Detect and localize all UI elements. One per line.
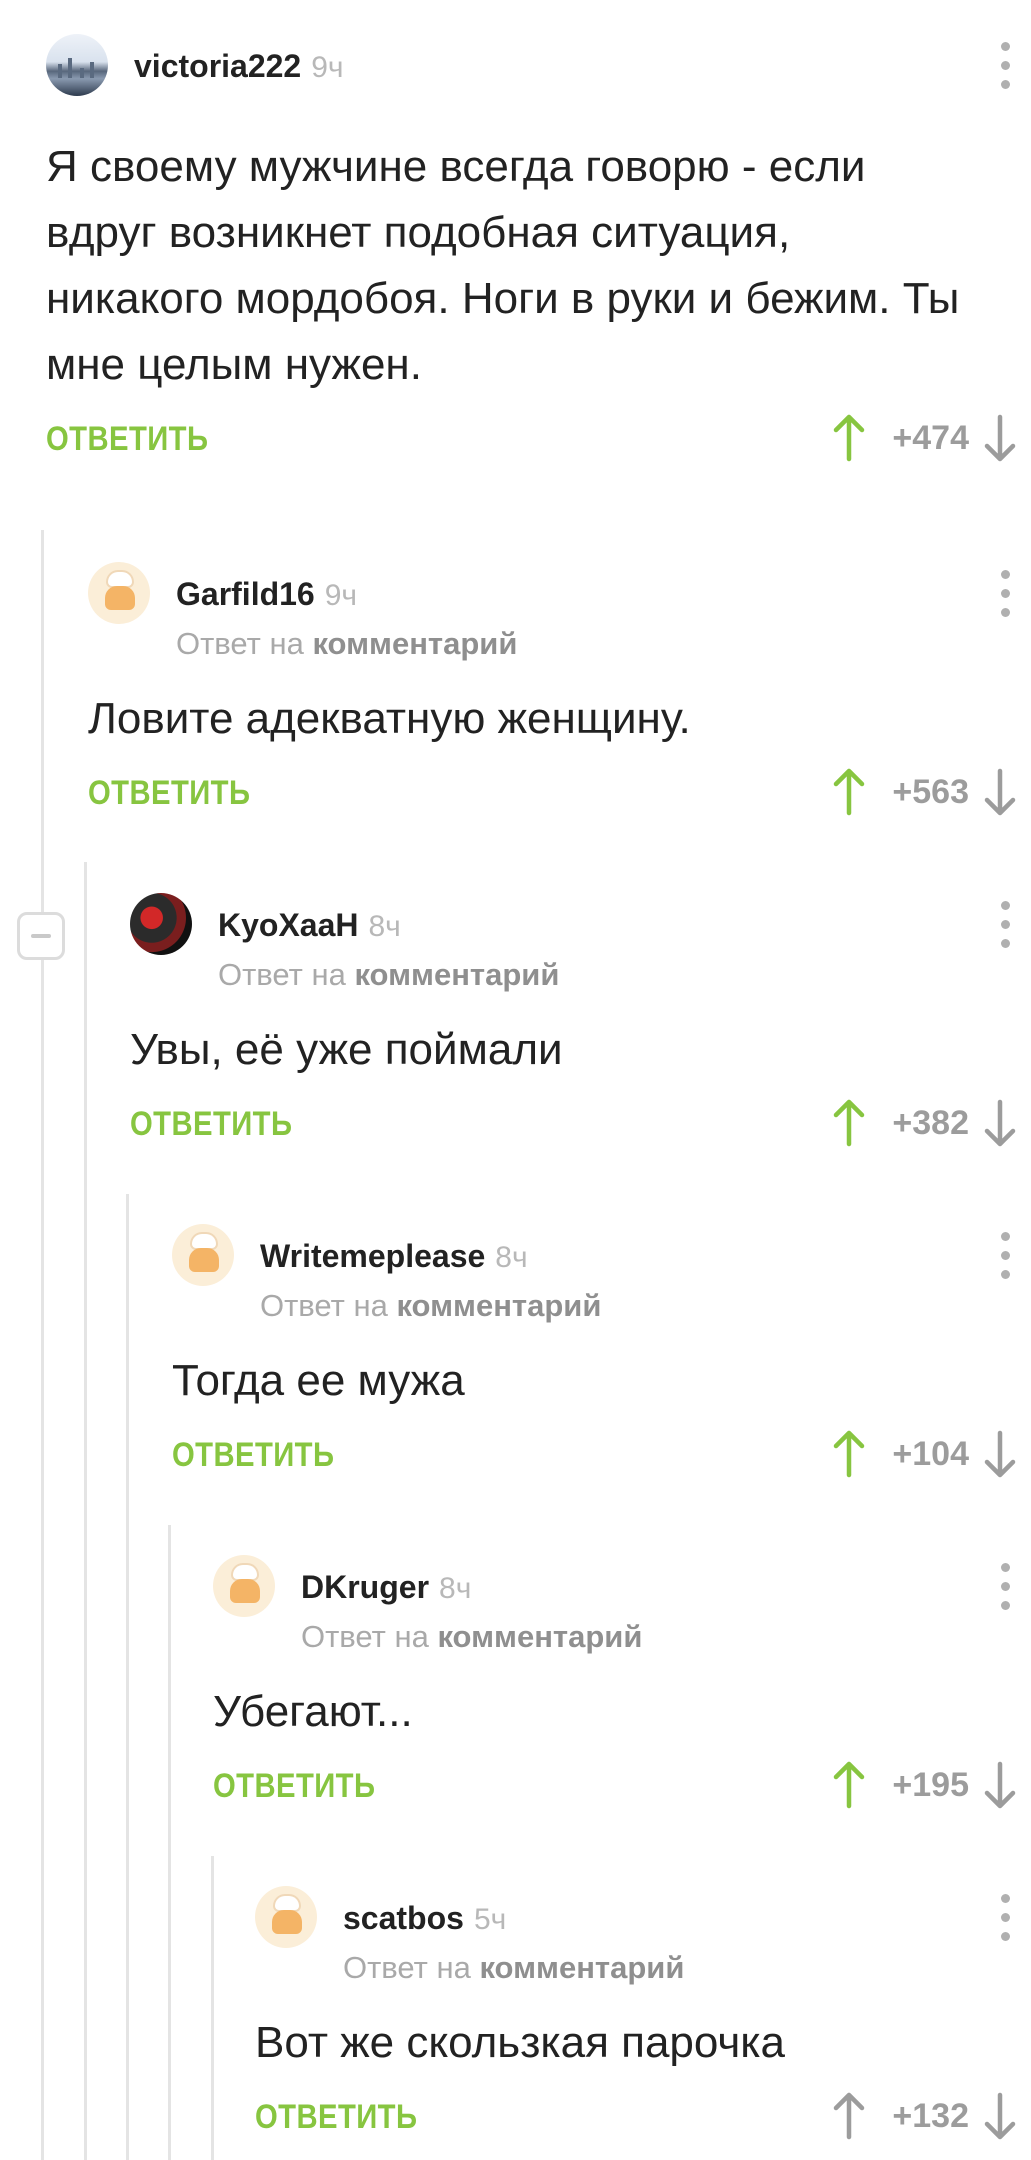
rating: +563: [892, 772, 969, 811]
arrow-down-icon[interactable]: [983, 1429, 1017, 1479]
arrow-up-icon[interactable]: [832, 1098, 866, 1148]
comment-text: Тогда ее мужа: [172, 1356, 465, 1405]
comment-header: DKruger 8ч Ответ на комментарий: [213, 1555, 1031, 1654]
more-vertical-icon[interactable]: [1001, 901, 1011, 948]
avatar[interactable]: [130, 893, 192, 955]
reply-button[interactable]: ОТВЕТИТЬ: [88, 774, 250, 813]
comment-header: victoria222 9ч: [46, 34, 1031, 114]
vote-controls: +104: [832, 1424, 1017, 1484]
comment: scatbos 5ч Ответ на комментарий Вот же ск…: [255, 1886, 1031, 2156]
arrow-down-icon[interactable]: [983, 2091, 1017, 2141]
thread-line-2: [84, 862, 87, 2160]
avatar[interactable]: [46, 34, 108, 96]
reply-to-link[interactable]: комментарий: [396, 1288, 601, 1323]
arrow-up-icon[interactable]: [832, 413, 866, 463]
comment-text: Ловите адекватную женщину.: [88, 694, 691, 743]
comment-header: scatbos 5ч Ответ на комментарий: [255, 1886, 1031, 1985]
username[interactable]: KyoXaaH 8ч: [218, 907, 401, 944]
username[interactable]: victoria222 9ч: [134, 48, 344, 85]
timestamp: 8ч: [439, 1572, 472, 1605]
thread-line-4: [168, 1525, 171, 2160]
arrow-up-icon[interactable]: [832, 1760, 866, 1810]
comment-actions: ОТВЕТИТЬ +474: [46, 408, 1031, 478]
arrow-up-icon[interactable]: [832, 1429, 866, 1479]
comment-text: Вот же скользкая парочка: [255, 2018, 785, 2067]
comment-actions: ОТВЕТИТЬ +104: [172, 1424, 1031, 1494]
arrow-down-icon[interactable]: [983, 1760, 1017, 1810]
vote-controls: +474: [832, 408, 1017, 468]
reply-to-link[interactable]: комментарий: [437, 1619, 642, 1654]
username[interactable]: DKruger 8ч: [301, 1569, 471, 1606]
avatar[interactable]: [213, 1555, 275, 1617]
comment: Garfild16 9ч Ответ на комментарий Ловите …: [88, 562, 1031, 832]
timestamp: 8ч: [368, 910, 401, 943]
rating: +132: [892, 2096, 969, 2135]
avatar[interactable]: [172, 1224, 234, 1286]
more-vertical-icon[interactable]: [1001, 1894, 1011, 1941]
comment-actions: ОТВЕТИТЬ +563: [88, 762, 1031, 832]
timestamp: 9ч: [311, 51, 344, 84]
vote-controls: +132: [832, 2086, 1017, 2146]
vote-controls: +563: [832, 762, 1017, 822]
reply-to-link[interactable]: комментарий: [479, 1950, 684, 1985]
thread-line-1: [41, 530, 44, 2160]
arrow-up-icon[interactable]: [832, 767, 866, 817]
more-vertical-icon[interactable]: [1001, 570, 1011, 617]
comment-actions: ОТВЕТИТЬ +195: [213, 1755, 1031, 1825]
timestamp: 5ч: [473, 1903, 507, 1936]
arrow-down-icon[interactable]: [983, 413, 1017, 463]
thread-line-3: [126, 1194, 129, 2160]
avatar[interactable]: [88, 562, 150, 624]
username[interactable]: Garfild16 9ч: [176, 576, 357, 613]
comment-header: Garfild16 9ч Ответ на комментарий: [88, 562, 1031, 661]
reply-to: Ответ на комментарий: [176, 626, 518, 661]
reply-to: Ответ на комментарий: [260, 1288, 602, 1323]
more-vertical-icon[interactable]: [1001, 1232, 1011, 1279]
comment-actions: ОТВЕТИТЬ +132: [255, 2086, 1031, 2156]
comment-text: Увы, её уже поймали: [130, 1025, 563, 1074]
rating: +104: [892, 1434, 969, 1473]
comment-text: Я своему мужчине всегда говорю - если вд…: [46, 142, 960, 389]
reply-button[interactable]: ОТВЕТИТЬ: [130, 1105, 292, 1144]
arrow-up-icon[interactable]: [832, 2091, 866, 2141]
vote-controls: +382: [832, 1093, 1017, 1153]
timestamp: 9ч: [324, 579, 358, 612]
more-vertical-icon[interactable]: [1001, 42, 1011, 89]
comment-text: Убегают...: [213, 1687, 413, 1736]
arrow-down-icon[interactable]: [983, 767, 1017, 817]
reply-button[interactable]: ОТВЕТИТЬ: [213, 1767, 375, 1806]
collapse-thread-icon[interactable]: [17, 912, 65, 960]
rating: +474: [892, 418, 969, 457]
arrow-down-icon[interactable]: [983, 1098, 1017, 1148]
more-vertical-icon[interactable]: [1001, 1563, 1011, 1610]
reply-button[interactable]: ОТВЕТИТЬ: [172, 1436, 334, 1475]
reply-button[interactable]: ОТВЕТИТЬ: [255, 2098, 417, 2137]
reply-button[interactable]: ОТВЕТИТЬ: [46, 420, 208, 459]
reply-to: Ответ на комментарий: [343, 1950, 685, 1985]
comment: victoria222 9ч Я своему мужчине всегда го…: [46, 34, 1031, 478]
rating: +195: [892, 1765, 969, 1804]
timestamp: 8ч: [495, 1241, 528, 1274]
username[interactable]: scatbos 5ч: [343, 1900, 506, 1937]
reply-to: Ответ на комментарий: [218, 957, 560, 992]
reply-to-link[interactable]: комментарий: [354, 957, 559, 992]
comment-header: Writemeplease 8ч Ответ на комментарий: [172, 1224, 1031, 1323]
rating: +382: [892, 1103, 969, 1142]
thread-line-5: [211, 1856, 214, 2160]
username[interactable]: Writemeplease 8ч: [260, 1238, 528, 1275]
reply-to-link[interactable]: комментарий: [312, 626, 517, 661]
comment-actions: ОТВЕТИТЬ +382: [130, 1093, 1031, 1163]
comment: Writemeplease 8ч Ответ на комментарий Тог…: [172, 1224, 1031, 1494]
vote-controls: +195: [832, 1755, 1017, 1815]
avatar[interactable]: [255, 1886, 317, 1948]
comment-header: KyoXaaH 8ч Ответ на комментарий: [130, 893, 1031, 992]
comment: DKruger 8ч Ответ на комментарий Убегают..…: [213, 1555, 1031, 1825]
reply-to: Ответ на комментарий: [301, 1619, 643, 1654]
comment: KyoXaaH 8ч Ответ на комментарий Увы, её у…: [130, 893, 1031, 1163]
